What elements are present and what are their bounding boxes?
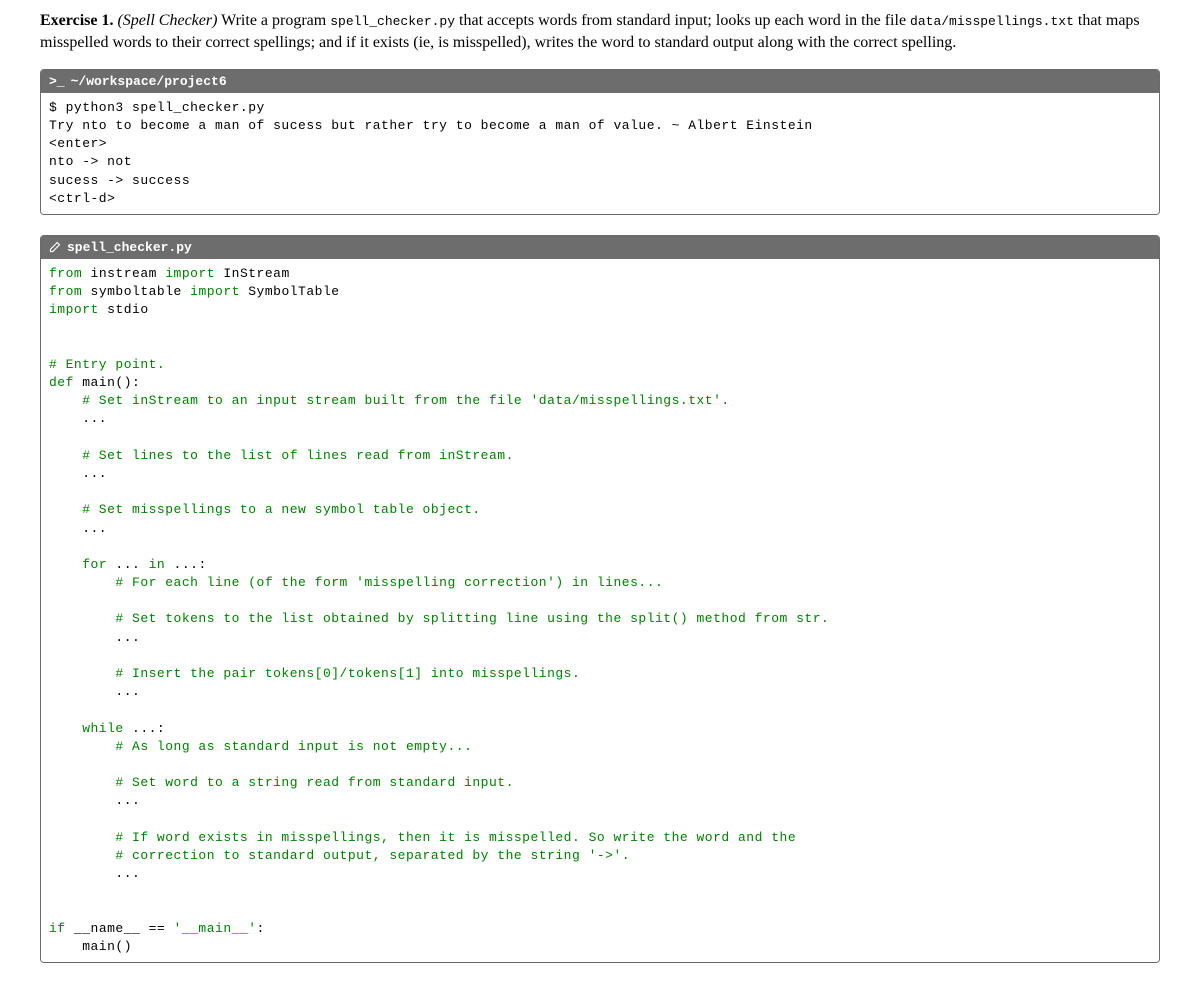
- terminal-output: $ python3 spell_checker.py Try nto to be…: [41, 93, 1159, 214]
- terminal-panel: >_ ~/workspace/project6 $ python3 spell_…: [40, 69, 1160, 215]
- exercise-label: Exercise 1.: [40, 12, 113, 29]
- exercise-text-prefix: Write a program: [217, 12, 330, 29]
- terminal-line: Try nto to become a man of sucess but ra…: [49, 118, 813, 133]
- terminal-path: ~/workspace/project6: [71, 74, 227, 89]
- terminal-line: nto -> not: [49, 154, 132, 169]
- exercise-title: (Spell Checker): [117, 12, 217, 29]
- program-filename: spell_checker.py: [330, 14, 455, 29]
- exercise-text-mid1: that accepts words from standard input; …: [455, 12, 910, 29]
- editor-header: spell_checker.py: [41, 236, 1159, 259]
- code-listing: from instream import InStream from symbo…: [41, 259, 1159, 962]
- edit-icon: [49, 241, 61, 253]
- data-filename: data/misspellings.txt: [910, 14, 1074, 29]
- exercise-description: Exercise 1. (Spell Checker) Write a prog…: [40, 10, 1160, 55]
- terminal-line: sucess -> success: [49, 173, 190, 188]
- terminal-header: >_ ~/workspace/project6: [41, 70, 1159, 93]
- terminal-line: <enter>: [49, 136, 107, 151]
- terminal-line: <ctrl-d>: [49, 191, 115, 206]
- editor-filename: spell_checker.py: [67, 240, 192, 255]
- terminal-icon: >_: [49, 74, 65, 89]
- editor-panel: spell_checker.py from instream import In…: [40, 235, 1160, 963]
- terminal-line: $ python3 spell_checker.py: [49, 100, 265, 115]
